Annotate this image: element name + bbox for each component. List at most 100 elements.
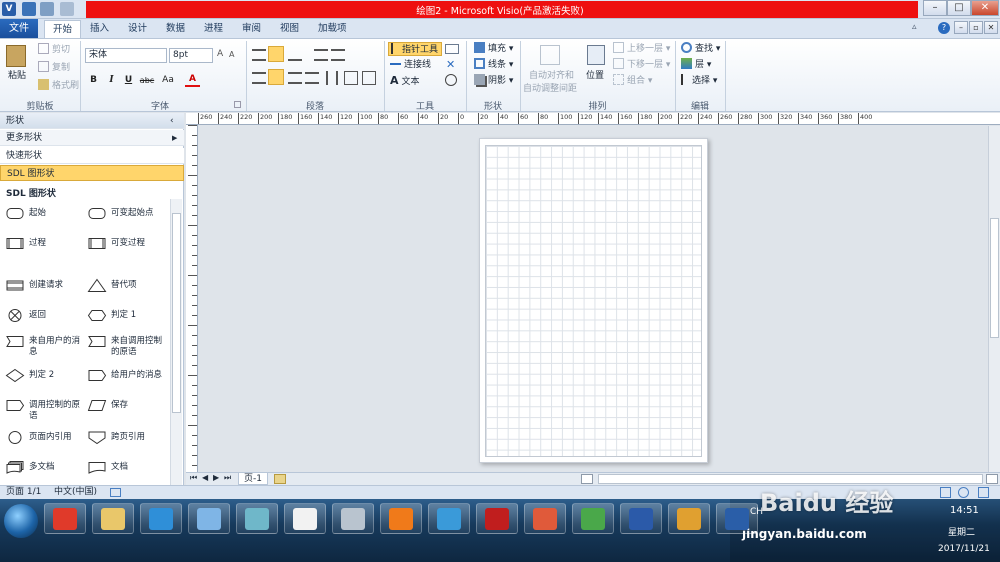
tab-process[interactable]: 进程: [196, 20, 231, 38]
pane-scrollbar[interactable]: [170, 199, 182, 485]
text-direction-icon[interactable]: [326, 71, 338, 85]
taskbar-app-button[interactable]: [476, 503, 518, 534]
align-right-icon[interactable]: [288, 72, 302, 84]
connection-point-icon[interactable]: ✕: [446, 58, 455, 71]
zoom-in-icon[interactable]: [958, 487, 969, 498]
page-indicator[interactable]: 页面 1/1: [6, 486, 41, 499]
taskbar-app-button[interactable]: [668, 503, 710, 534]
strikethrough-button[interactable]: abc: [138, 73, 156, 88]
taskbar-app-button[interactable]: [620, 503, 662, 534]
group-button[interactable]: 组合 ▾: [613, 74, 652, 88]
minimize-button[interactable]: –: [923, 0, 947, 16]
sdl-stencil-item[interactable]: SDL 图形状: [0, 165, 184, 181]
start-button[interactable]: [4, 504, 38, 538]
copy-button[interactable]: 复制: [38, 61, 70, 75]
tab-review[interactable]: 审阅: [234, 20, 269, 38]
fit-page-icon[interactable]: [978, 487, 989, 498]
tab-addins[interactable]: 加载项: [310, 20, 355, 38]
taskbar-app-button[interactable]: [332, 503, 374, 534]
bring-forward-button[interactable]: 上移一层 ▾: [613, 42, 670, 56]
taskbar-app-button[interactable]: [92, 503, 134, 534]
taskbar-app-button[interactable]: [572, 503, 614, 534]
insert-page-icon[interactable]: [274, 474, 286, 484]
page-grid[interactable]: [485, 145, 702, 457]
shadow-button[interactable]: 阴影 ▾: [474, 74, 513, 88]
pane-scroll-thumb[interactable]: [172, 213, 181, 413]
font-size-select[interactable]: 8pt: [169, 48, 213, 63]
align-bottom-icon[interactable]: [288, 49, 302, 61]
macro-icon[interactable]: [110, 488, 121, 497]
prev-page-icon[interactable]: ◀: [202, 473, 208, 482]
taskbar-app-button[interactable]: [716, 503, 758, 534]
help-icon[interactable]: ?: [938, 22, 950, 34]
tab-home[interactable]: 开始: [44, 20, 82, 38]
close-button[interactable]: ✕: [971, 0, 999, 16]
language-indicator[interactable]: 中文(中国): [54, 486, 97, 499]
auto-space-label[interactable]: 自动调整间距: [523, 82, 577, 96]
send-backward-button[interactable]: 下移一层 ▾: [613, 58, 670, 72]
justify-icon[interactable]: [305, 72, 319, 84]
taskbar-app-button[interactable]: [428, 503, 470, 534]
shrink-font-icon[interactable]: A: [229, 50, 234, 59]
first-page-icon[interactable]: ⏮: [190, 473, 197, 483]
tab-design[interactable]: 设计: [120, 20, 155, 38]
taskbar-app-button[interactable]: [284, 503, 326, 534]
clock-time[interactable]: 14:51: [950, 505, 979, 516]
find-button[interactable]: 查找 ▾: [681, 42, 720, 56]
align-top-icon[interactable]: [252, 49, 266, 61]
cut-button[interactable]: 剪切: [38, 43, 70, 57]
decrease-indent-icon[interactable]: [314, 49, 328, 61]
position-icon[interactable]: [587, 45, 605, 65]
vertical-scroll-thumb[interactable]: [990, 218, 999, 338]
rotate-text-icon[interactable]: [445, 74, 457, 86]
rectangle-tool-icon[interactable]: [445, 44, 459, 54]
taskbar-app-button[interactable]: [140, 503, 182, 534]
italic-button[interactable]: I: [104, 73, 119, 88]
increase-indent-icon[interactable]: [331, 49, 345, 61]
zoom-out-icon[interactable]: [940, 487, 951, 498]
next-page-icon[interactable]: ▶: [213, 473, 219, 482]
collapse-pane-icon[interactable]: ‹: [170, 113, 174, 129]
align-middle-icon[interactable]: [268, 46, 284, 62]
more-shapes-button[interactable]: 更多形状 ▶: [0, 130, 184, 146]
font-color-button[interactable]: A: [185, 72, 200, 87]
doc-restore-button[interactable]: ▫: [969, 21, 983, 34]
taskbar-app-button[interactable]: [236, 503, 278, 534]
fill-button[interactable]: 填充 ▾: [474, 42, 513, 56]
select-button[interactable]: 选择 ▾: [681, 74, 717, 88]
page-tab-1[interactable]: 页-1: [238, 472, 268, 485]
taskbar-app-button[interactable]: [44, 503, 86, 534]
last-page-icon[interactable]: ⏭: [224, 473, 231, 483]
maximize-button[interactable]: □: [947, 0, 971, 16]
taskbar-app-button[interactable]: [188, 503, 230, 534]
change-case-button[interactable]: Aa: [159, 73, 177, 88]
position-button[interactable]: 位置: [586, 69, 604, 83]
vertical-scrollbar[interactable]: [988, 126, 1000, 472]
auto-align-label[interactable]: 自动对齐和: [529, 69, 574, 83]
quick-shapes-item[interactable]: 快速形状: [0, 148, 184, 164]
line-button[interactable]: 线条 ▾: [474, 58, 513, 72]
taskbar-app-button[interactable]: [380, 503, 422, 534]
paragraph-icon[interactable]: [362, 71, 376, 85]
pointer-tool-button[interactable]: 指针工具: [388, 42, 442, 56]
text-tool-button[interactable]: A 文本: [390, 74, 420, 88]
doc-close-button[interactable]: ✕: [984, 21, 998, 34]
font-dialog-launcher-icon[interactable]: [234, 101, 241, 108]
doc-minimize-button[interactable]: –: [954, 21, 968, 34]
layers-button[interactable]: 层 ▾: [681, 58, 711, 72]
taskbar-app-button[interactable]: [524, 503, 566, 534]
align-left-icon[interactable]: [252, 72, 266, 84]
paste-icon[interactable]: [6, 45, 26, 67]
hscroll-right-button[interactable]: [986, 474, 998, 484]
format-painter-button[interactable]: 格式刷: [38, 79, 79, 93]
hscroll-left-button[interactable]: [581, 474, 593, 484]
tab-data[interactable]: 数据: [158, 20, 193, 38]
collapse-ribbon-icon[interactable]: ▵: [912, 22, 924, 34]
paste-button[interactable]: 粘贴: [8, 69, 26, 83]
bullets-icon[interactable]: [344, 71, 358, 85]
grow-font-icon[interactable]: A: [217, 49, 223, 59]
underline-button[interactable]: U: [121, 73, 136, 88]
tab-view[interactable]: 视图: [272, 20, 307, 38]
tab-file[interactable]: 文件: [0, 19, 38, 38]
connector-button[interactable]: 连接线: [390, 58, 431, 72]
